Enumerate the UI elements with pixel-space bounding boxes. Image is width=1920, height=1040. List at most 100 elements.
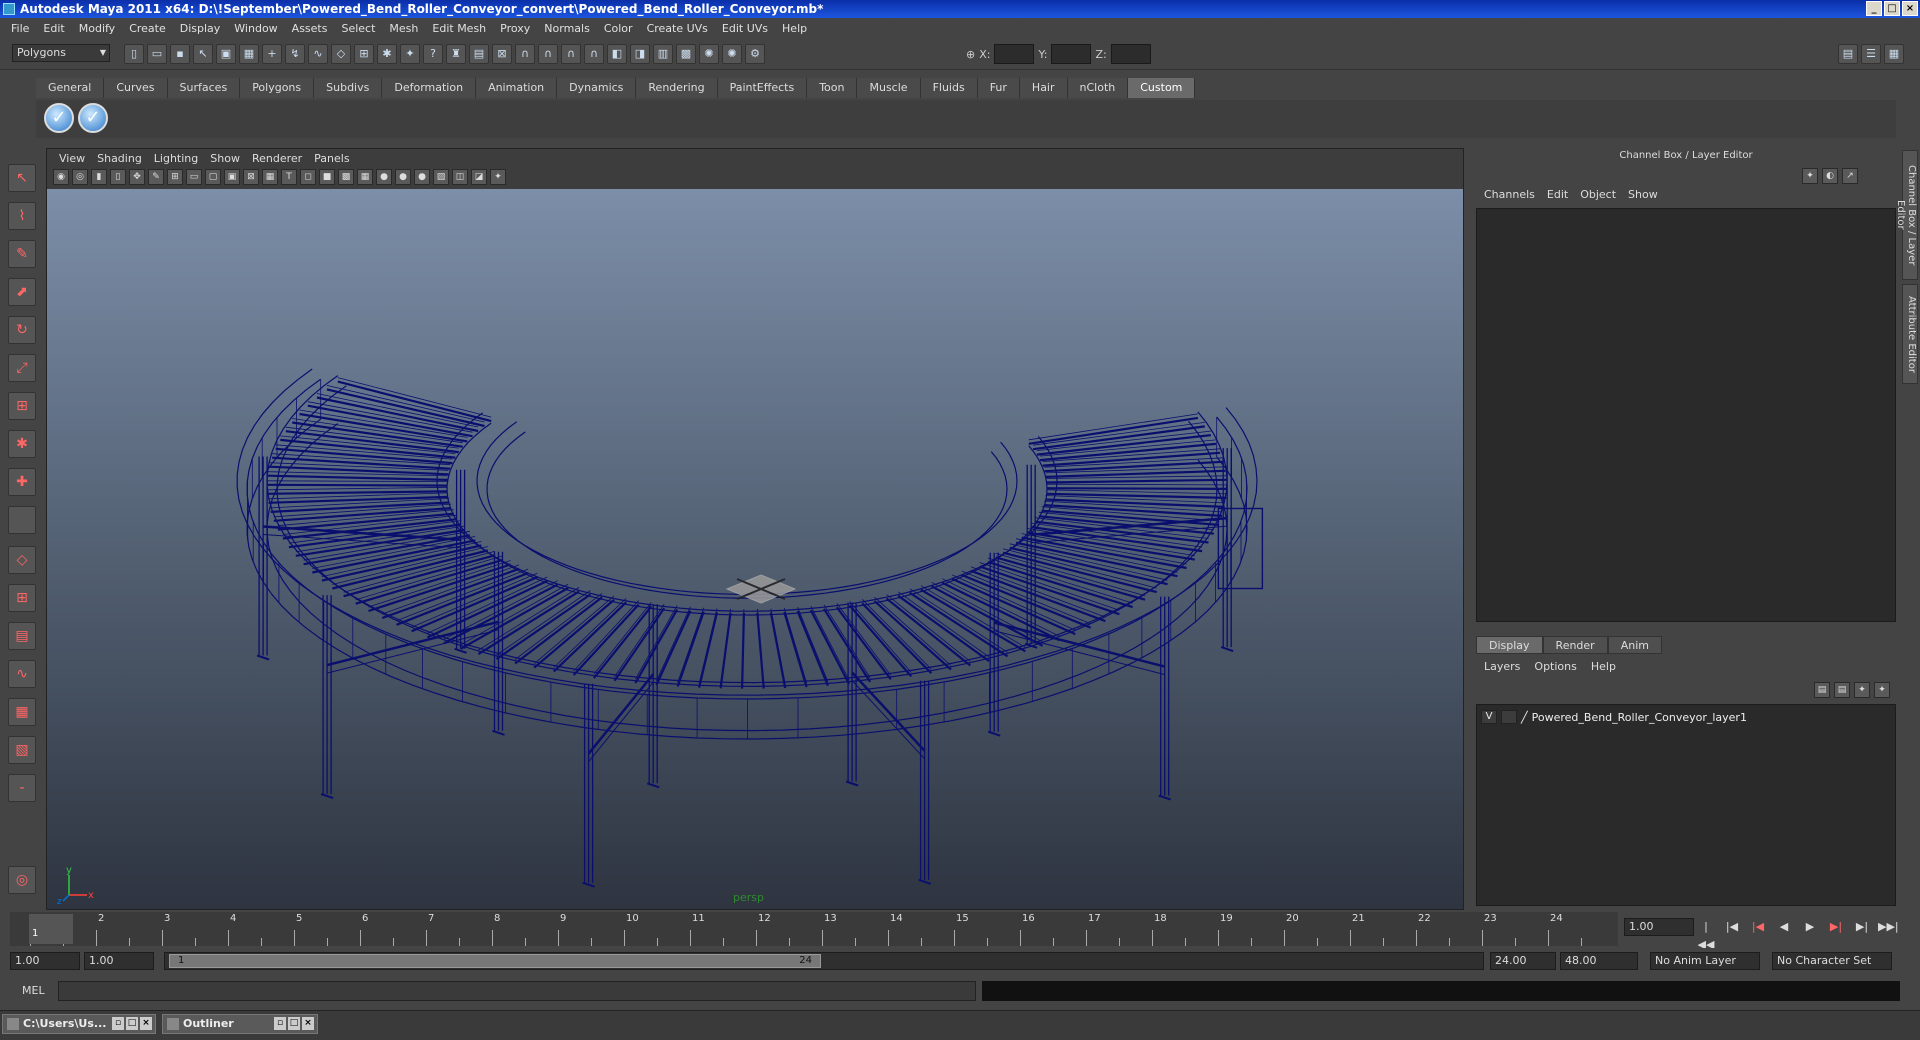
make-live-icon[interactable]: ∩ (584, 44, 604, 64)
layer-tab-anim[interactable]: Anim (1607, 636, 1662, 654)
xray-icon[interactable]: ◫ (452, 169, 468, 185)
playback-start-field[interactable]: 1.00 (84, 952, 154, 970)
safe-title-icon[interactable]: T (281, 169, 297, 185)
select-handles-icon[interactable]: + (262, 44, 282, 64)
step-back-frame-icon[interactable]: |◀ (1722, 918, 1742, 936)
play-forwards-icon[interactable]: ▶ (1800, 918, 1820, 936)
channel-box-icon[interactable]: ✦ (1802, 168, 1818, 184)
menu-help[interactable]: Help (775, 22, 814, 35)
command-language-label[interactable]: MEL (22, 984, 45, 997)
shelf-tab-custom[interactable]: Custom (1128, 78, 1196, 98)
viewport-menu-panels[interactable]: Panels (308, 152, 355, 165)
new-empty-layer-icon[interactable]: ✦ (1854, 682, 1870, 698)
snap-curve-icon[interactable]: ∩ (515, 44, 535, 64)
camera-select-icon[interactable]: ◉ (53, 169, 69, 185)
shelf-tab-painteffects[interactable]: PaintEffects (717, 78, 808, 98)
current-frame-field[interactable]: 1.00 (1624, 918, 1694, 936)
select-deformations-icon[interactable]: ⊞ (354, 44, 374, 64)
shelf-tab-fluids[interactable]: Fluids (920, 78, 978, 98)
menu-create-uvs[interactable]: Create UVs (640, 22, 715, 35)
layer-color-swatch-icon[interactable]: ╱ (1521, 711, 1528, 724)
new-layer-selected-icon[interactable]: ✦ (1874, 682, 1890, 698)
channel-menu-edit[interactable]: Edit (1543, 188, 1576, 201)
shelf-tab-muscle[interactable]: Muscle (857, 78, 921, 98)
side-tab-channel-box[interactable]: Channel Box / Layer Editor (1895, 150, 1918, 280)
single-pane-layout-icon[interactable]: ◇ (8, 546, 36, 574)
render-settings-icon[interactable]: ⚙ (745, 44, 765, 64)
hypershade-layout-icon[interactable]: ▦ (8, 698, 36, 726)
show-manip-icon[interactable]: ✚ (8, 468, 36, 496)
anim-layer-dropdown[interactable]: No Anim Layer (1650, 952, 1760, 970)
viewport-menu-renderer[interactable]: Renderer (246, 152, 308, 165)
menu-select[interactable]: Select (334, 22, 382, 35)
layer-menu-layers[interactable]: Layers (1484, 660, 1520, 673)
toggle-attribute-editor-icon[interactable]: ▤ (1838, 44, 1858, 64)
layer-menu-options[interactable]: Options (1534, 660, 1576, 673)
shelf-tab-animation[interactable]: Animation (476, 78, 558, 98)
isolate-select-icon[interactable]: ▨ (433, 169, 449, 185)
go-to-end-icon[interactable]: ▶▶| (1878, 918, 1899, 936)
viewport-menu-show[interactable]: Show (204, 152, 246, 165)
viewport-menu-view[interactable]: View (53, 152, 91, 165)
construction-history-icon[interactable]: ▥ (653, 44, 673, 64)
move-tool-icon[interactable]: ⬈ (8, 278, 36, 306)
scale-tool-icon[interactable]: ⤢ (8, 354, 36, 382)
lasso-tool-icon[interactable]: ⌇ (8, 202, 36, 230)
select-misc-icon[interactable]: ? (423, 44, 443, 64)
maximize-icon[interactable]: □ (288, 1017, 300, 1030)
channel-box-list[interactable] (1476, 208, 1896, 622)
hud-icon[interactable]: ✦ (490, 169, 506, 185)
step-back-key-icon[interactable]: |◀ (1748, 918, 1768, 936)
resolution-gate-icon[interactable]: ▢ (205, 169, 221, 185)
menu-proxy[interactable]: Proxy (493, 22, 537, 35)
output-ops-icon[interactable]: ◨ (630, 44, 650, 64)
channel-speed-icon[interactable]: ◐ (1822, 168, 1838, 184)
channel-menu-show[interactable]: Show (1624, 188, 1666, 201)
range-slider[interactable]: 1 24 (164, 952, 1484, 970)
all-lights-icon[interactable]: ● (395, 169, 411, 185)
wireframe-icon[interactable]: ◻ (300, 169, 316, 185)
minimize-button[interactable]: _ (1866, 1, 1882, 16)
snap-point-icon[interactable]: ∩ (538, 44, 558, 64)
toggle-channel-box-icon[interactable]: ▦ (1884, 44, 1904, 64)
default-light-icon[interactable]: ● (376, 169, 392, 185)
shelf-tab-fur[interactable]: Fur (977, 78, 1020, 98)
menu-normals[interactable]: Normals (537, 22, 597, 35)
side-tab-attribute-editor[interactable]: Attribute Editor (1902, 284, 1918, 384)
ipr-render-icon[interactable]: ✺ (722, 44, 742, 64)
select-hierarchy-icon[interactable]: ↖ (193, 44, 213, 64)
menu-window[interactable]: Window (227, 22, 284, 35)
shelf-tab-polygons[interactable]: Polygons (240, 78, 315, 98)
viewport-3d-view[interactable]: y x z persp (47, 189, 1463, 909)
menu-mesh[interactable]: Mesh (382, 22, 425, 35)
close-icon[interactable]: × (302, 1017, 314, 1030)
two-d-pan-icon[interactable]: ✥ (129, 169, 145, 185)
animation-start-field[interactable]: 1.00 (10, 952, 80, 970)
menu-create[interactable]: Create (122, 22, 173, 35)
shelf-tab-curves[interactable]: Curves (104, 78, 168, 98)
select-curves-icon[interactable]: ∿ (308, 44, 328, 64)
move-layer-up-icon[interactable]: ▤ (1814, 682, 1830, 698)
menu-modify[interactable]: Modify (72, 22, 122, 35)
render-view-icon[interactable]: ▩ (676, 44, 696, 64)
play-backwards-icon[interactable]: ◀ (1774, 918, 1794, 936)
menu-set-dropdown[interactable]: Polygons ▼ (12, 44, 110, 62)
menu-assets[interactable]: Assets (285, 22, 335, 35)
viewport-menu-lighting[interactable]: Lighting (148, 152, 204, 165)
time-slider[interactable]: 1234567891011121314151617181920212223241 (10, 912, 1618, 946)
select-surfaces-icon[interactable]: ◇ (331, 44, 351, 64)
close-button[interactable]: × (1902, 1, 1918, 16)
select-dynamics-icon[interactable]: ✱ (377, 44, 397, 64)
layer-menu-help[interactable]: Help (1591, 660, 1616, 673)
outliner-persp-layout-icon[interactable]: ▤ (8, 622, 36, 650)
menu-display[interactable]: Display (173, 22, 228, 35)
last-tool-icon[interactable] (8, 506, 36, 534)
shelf-tab-dynamics[interactable]: Dynamics (557, 78, 637, 98)
shelf-tab-surfaces[interactable]: Surfaces (167, 78, 241, 98)
lock-selection-icon[interactable]: ♜ (446, 44, 466, 64)
menu-file[interactable]: File (4, 22, 36, 35)
xray-joints-icon[interactable]: ◪ (471, 169, 487, 185)
layer-row[interactable]: V ╱ Powered_Bend_Roller_Conveyor_layer1 (1481, 709, 1747, 725)
shelf-tab-rendering[interactable]: Rendering (636, 78, 718, 98)
layer-name[interactable]: Powered_Bend_Roller_Conveyor_layer1 (1532, 711, 1747, 724)
